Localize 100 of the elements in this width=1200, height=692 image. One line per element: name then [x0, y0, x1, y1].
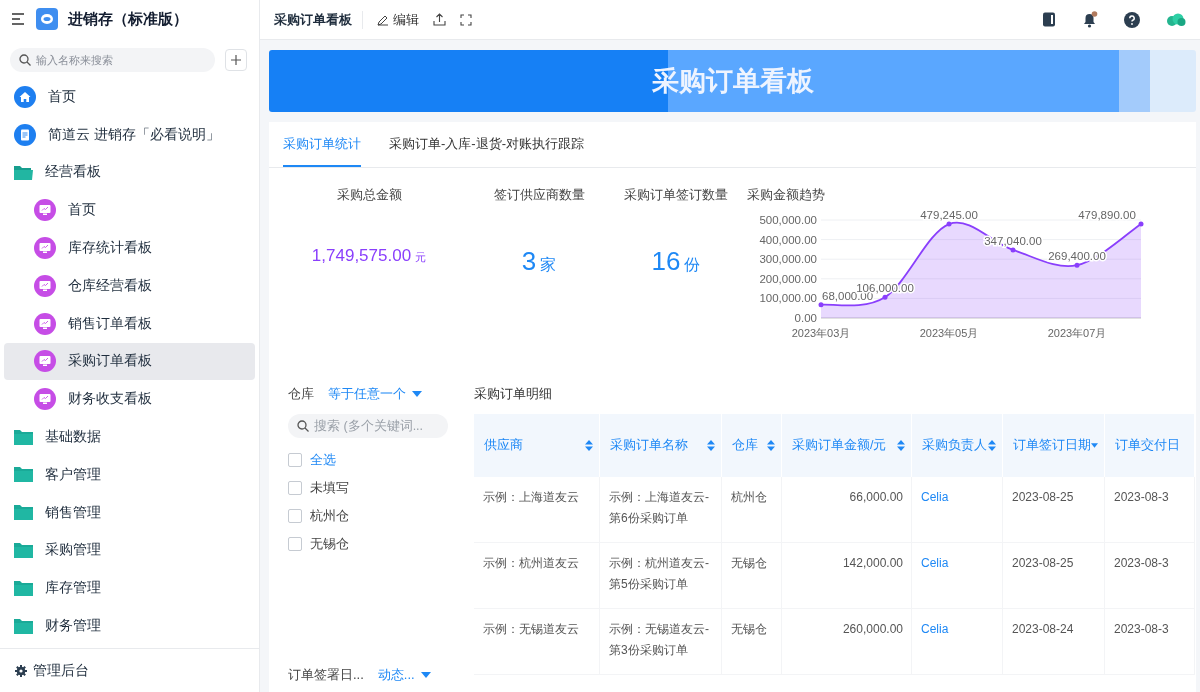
text: 500,000.00	[759, 214, 817, 226]
table-cell: 260,000.00	[782, 609, 912, 675]
upload-icon	[433, 13, 446, 26]
sidebar-item[interactable]: 经营看板	[4, 153, 255, 192]
option-label[interactable]: 无锡仓	[310, 535, 349, 553]
table-cell: 2023-08-25	[1003, 543, 1105, 609]
checkbox[interactable]	[288, 537, 302, 551]
sidebar-item[interactable]: 财务收支看板	[4, 380, 255, 419]
folder-icon	[14, 542, 33, 558]
person-link[interactable]: Celia	[912, 609, 1003, 675]
book-icon	[1042, 12, 1056, 27]
table-cell: 无锡仓	[722, 609, 782, 675]
app-title: 进销存（标准版）	[68, 9, 188, 29]
sidebar-item[interactable]: 基础数据	[4, 418, 255, 456]
text: 400,000.00	[759, 233, 817, 246]
filter-label: 仓库	[288, 385, 314, 403]
fullscreen-button[interactable]	[460, 13, 472, 26]
sidebar-item[interactable]: 销售订单看板	[4, 304, 255, 343]
folder-icon	[14, 429, 33, 445]
dashboard-icon	[34, 312, 56, 335]
stat-value: 1,749,575.00 元	[311, 246, 427, 266]
menu-icon	[12, 13, 26, 25]
folder-icon	[14, 467, 33, 483]
folder-icon	[14, 618, 33, 634]
stat-title: 签订供应商数量	[493, 186, 585, 204]
table-cell: 142,000.00	[782, 543, 912, 609]
stat-value: 16 份	[651, 246, 701, 277]
option-label[interactable]: 全选	[310, 451, 336, 469]
checkbox[interactable]	[288, 509, 302, 523]
stat-title: 采购订单签订数量	[624, 186, 728, 204]
data-point	[1074, 262, 1080, 268]
checkbox[interactable]	[288, 453, 302, 467]
person-link[interactable]: Celia	[912, 543, 1003, 609]
table-cell: 示例：杭州道友云	[474, 543, 600, 609]
filter-label: 订单签署日...	[288, 666, 364, 684]
x-tick-label: 2023年07月	[1047, 327, 1107, 339]
table-cell: 示例：无锡道友云	[474, 609, 600, 675]
plus-icon	[231, 55, 241, 65]
table-cell: 2023-08-3	[1105, 477, 1195, 543]
add-button[interactable]	[225, 49, 247, 71]
caret-icon	[412, 390, 422, 398]
x-tick-label: 2023年03月	[791, 327, 851, 339]
share-button[interactable]	[433, 13, 446, 26]
table-cell: 66,000.00	[782, 477, 912, 543]
document-icon	[14, 123, 36, 146]
operator-dropdown[interactable]: 等于任意一个	[328, 385, 422, 403]
sidebar-item[interactable]: 销售管理	[4, 493, 255, 532]
admin-link[interactable]: 管理后台	[33, 661, 89, 680]
text: 300,000.00	[759, 253, 817, 266]
checkbox[interactable]	[288, 481, 302, 495]
sidebar-item[interactable]: 仓库经营看板	[4, 267, 255, 305]
table-cell: 2023-08-24	[1003, 609, 1105, 675]
operator-dropdown[interactable]: 动态...	[377, 666, 431, 684]
sidebar-item[interactable]: 库存统计看板	[4, 229, 255, 267]
search-icon	[297, 420, 309, 432]
sidebar-item[interactable]: 首页	[4, 191, 255, 230]
table-title: 采购订单明细	[474, 385, 553, 403]
search-icon	[19, 54, 31, 66]
table-cell: 2023-08-3	[1105, 609, 1195, 675]
option-label[interactable]: 杭州仓	[310, 507, 349, 525]
text: 200,000.00	[759, 272, 817, 285]
pencil-icon	[377, 13, 389, 26]
fullscreen-icon	[460, 13, 472, 26]
app-logo-icon	[36, 8, 58, 30]
help-icon	[1124, 11, 1140, 28]
page-title: 采购订单看板	[274, 10, 363, 29]
option-label[interactable]: 未填写	[310, 479, 349, 497]
person-link[interactable]: Celia	[912, 477, 1003, 543]
notification-button[interactable]	[1082, 11, 1098, 28]
data-point	[1138, 221, 1144, 227]
dashboard-icon	[34, 350, 56, 373]
stat-title: 采购总金额	[336, 186, 402, 204]
cloud-button[interactable]	[1166, 12, 1186, 27]
stat-value: 3 家	[521, 246, 557, 277]
tab[interactable]: 采购订单统计	[283, 122, 361, 167]
data-point	[882, 294, 888, 300]
table-cell: 示例：杭州道友云-第5份采购订单	[600, 543, 722, 609]
sidebar-item[interactable]: 简道云 进销存「必看说明」	[4, 115, 255, 154]
cloud-icon	[1166, 12, 1186, 27]
table-cell: 杭州仓	[722, 477, 782, 543]
sidebar-item[interactable]: 客户管理	[4, 455, 255, 494]
dashboard-icon	[34, 388, 56, 411]
sidebar-item[interactable]: 首页	[4, 78, 255, 116]
sidebar-item[interactable]: 财务管理	[4, 607, 255, 645]
filter-search-field[interactable]: 搜索 (多个关键词...	[288, 414, 448, 438]
search-field[interactable]: 输入名称来搜索	[10, 48, 215, 72]
tab[interactable]: 采购订单-入库-退货-对账执行跟踪	[389, 122, 584, 167]
chart-title: 采购金额趋势	[746, 186, 826, 204]
table-cell: 无锡仓	[722, 543, 782, 609]
table-cell: 示例：上海道友云	[474, 477, 600, 543]
book-button[interactable]	[1042, 12, 1056, 27]
dashboard-icon	[34, 237, 56, 260]
table-cell: 示例：无锡道友云-第3份采购订单	[600, 609, 722, 675]
value-label: 479,890.00	[1078, 208, 1136, 221]
folder-icon	[14, 580, 33, 596]
sidebar-item[interactable]: 采购订单看板	[4, 342, 255, 381]
sidebar-item[interactable]: 采购管理	[4, 531, 255, 570]
sidebar-item[interactable]: 库存管理	[4, 569, 255, 608]
edit-button[interactable]: 编辑	[377, 10, 419, 29]
help-button[interactable]	[1124, 11, 1140, 28]
